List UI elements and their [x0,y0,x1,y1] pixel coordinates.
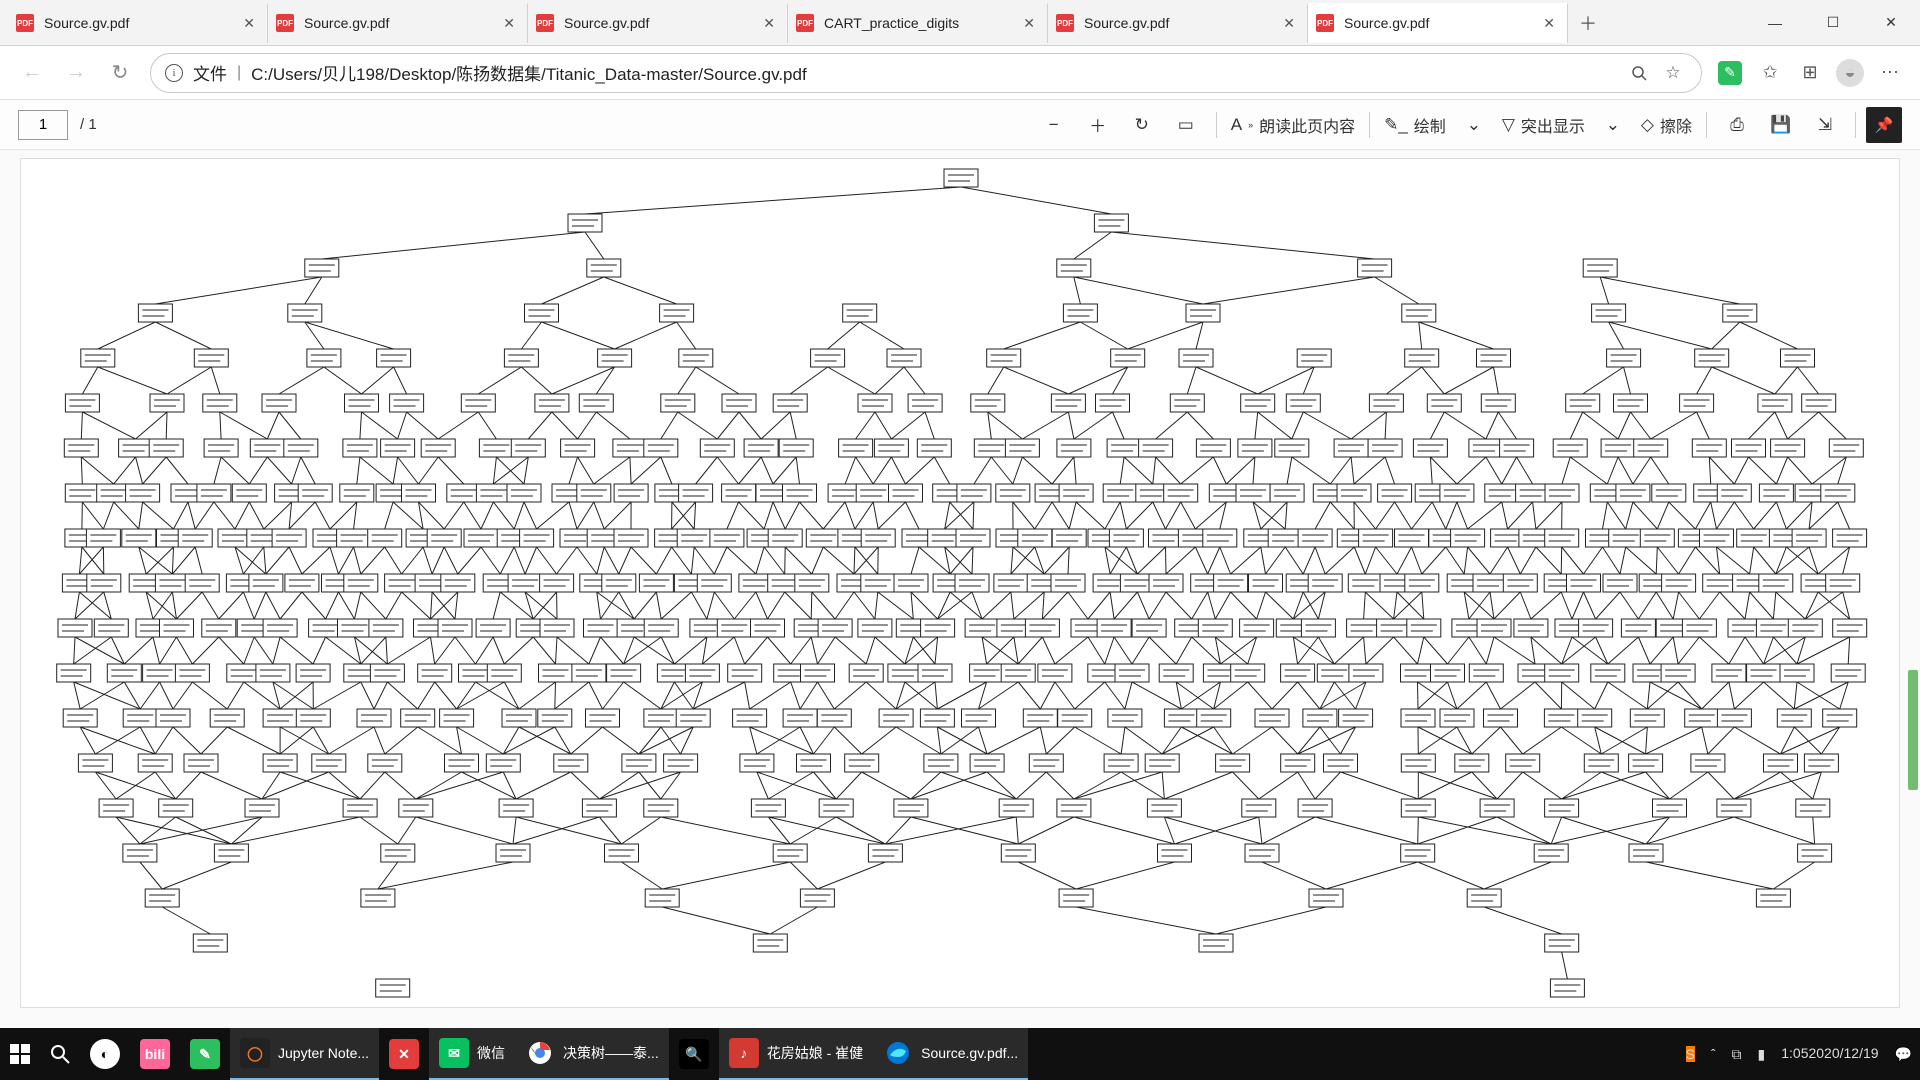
erase-button[interactable]: ◇擦除 [1637,105,1696,145]
tray-battery[interactable]: ▮ [1750,1028,1774,1080]
highlight-button[interactable]: ▽突出显示 [1498,105,1589,145]
minimize-button[interactable]: — [1746,0,1804,46]
highlight-dropdown[interactable]: ⌄ [1593,105,1633,145]
tray-overflow[interactable]: ˆ [1703,1028,1724,1080]
task-view[interactable]: ◐ [80,1028,130,1080]
tab-title: Source.gv.pdf [1344,15,1531,31]
tab-title: Source.gv.pdf [1084,15,1271,31]
print-button[interactable]: ⎙ [1717,105,1757,145]
url-type: 文件 [193,60,227,85]
evernote-extension[interactable]: ✎ [1710,53,1750,93]
taskbar-search[interactable] [40,1028,80,1080]
fit-page-button[interactable]: ▭ [1166,105,1206,145]
forward-button[interactable]: → [54,51,98,95]
tab-title: Source.gv.pdf [44,15,231,31]
taskbar-app-x[interactable]: ✕ [379,1028,429,1080]
close-window-button[interactable]: ✕ [1862,0,1920,46]
rotate-button[interactable]: ↻ [1122,105,1162,145]
pdf-toolbar: 1 / 1 − ＋ ↻ ▭ A»朗读此页内容 ✎_绘制 ⌄ ▽突出显示 ⌄ ◇擦… [0,100,1920,150]
draw-dropdown[interactable]: ⌄ [1454,105,1494,145]
close-tab-button[interactable]: ✕ [1539,13,1559,34]
pdf-viewport[interactable] [0,150,1920,1028]
tab-strip: PDF Source.gv.pdf ✕ PDF Source.gv.pdf ✕ PDF Sou… [0,0,1920,46]
draw-button[interactable]: ✎_绘制 [1380,105,1450,145]
collections-button[interactable]: ⊞ [1790,53,1830,93]
taskbar-app-chrome[interactable]: 决策树——泰... [515,1028,669,1080]
start-button[interactable] [0,1028,40,1080]
tray-clock[interactable]: 1:05 2020/12/19 [1773,1028,1886,1080]
pdf-icon: PDF [276,14,294,32]
maximize-button[interactable]: ☐ [1804,0,1862,46]
save-as-button[interactable]: ⇲ [1805,105,1845,145]
taskbar-app-jupyter[interactable]: ◯Jupyter Note... [230,1028,379,1080]
tab-5[interactable]: PDF Source.gv.pdf ✕ [1308,3,1568,43]
close-tab-button[interactable]: ✕ [499,13,519,34]
close-tab-button[interactable]: ✕ [1279,13,1299,34]
system-tray: S ˆ ⧉ ▮ 1:05 2020/12/19 💬 [1678,1028,1920,1080]
zoom-in-button[interactable]: ＋ [1078,105,1118,145]
back-button[interactable]: ← [10,51,54,95]
scrollbar-thumb[interactable] [1908,670,1918,790]
zoom-out-button[interactable]: − [1034,105,1074,145]
tab-1[interactable]: PDF Source.gv.pdf ✕ [268,3,528,43]
pdf-icon: PDF [1316,14,1334,32]
omnibox[interactable]: i 文件 | C:/Users/贝儿198/Desktop/陈扬数据集/Tita… [150,53,1702,93]
page-total: / 1 [80,116,97,133]
tab-title: Source.gv.pdf [564,15,751,31]
tab-0[interactable]: PDF Source.gv.pdf ✕ [8,3,268,43]
tray-network[interactable]: ⧉ [1724,1028,1750,1080]
close-tab-button[interactable]: ✕ [759,13,779,34]
address-bar: ← → ↻ i 文件 | C:/Users/贝儿198/Desktop/陈扬数据… [0,46,1920,100]
taskbar-app-evernote[interactable]: ✎ [180,1028,230,1080]
tab-title: CART_practice_digits [824,15,1011,31]
new-tab-button[interactable]: ＋ [1568,3,1608,43]
taskbar-app-edge[interactable]: Source.gv.pdf... [873,1028,1028,1080]
window-controls: — ☐ ✕ [1746,0,1920,46]
pin-toolbar-button[interactable]: 📌 [1866,107,1902,143]
tab-3[interactable]: PDF CART_practice_digits ✕ [788,3,1048,43]
more-button[interactable]: ⋯ [1870,53,1910,93]
tray-sogou[interactable]: S [1678,1028,1703,1080]
refresh-button[interactable]: ↻ [98,51,142,95]
page-number-input[interactable]: 1 [18,110,68,140]
profile-button[interactable]: ◒ [1830,53,1870,93]
favorites-button[interactable]: ✩ [1750,53,1790,93]
tab-2[interactable]: PDF Source.gv.pdf ✕ [528,3,788,43]
close-tab-button[interactable]: ✕ [1019,13,1039,34]
taskbar: ◐ bili ✎ ◯Jupyter Note... ✕ ✉微信 决策树——泰..… [0,1028,1920,1080]
pdf-icon: PDF [1056,14,1074,32]
pdf-page [20,158,1900,1008]
pdf-icon: PDF [536,14,554,32]
taskbar-app-search[interactable]: 🔍 [669,1028,719,1080]
favorite-button[interactable]: ☆ [1659,59,1687,87]
taskbar-app-bilibili[interactable]: bili [130,1028,180,1080]
close-tab-button[interactable]: ✕ [239,13,259,34]
omnibox-search-icon[interactable] [1625,59,1653,87]
tray-notifications[interactable]: 💬 [1887,1028,1920,1080]
read-aloud-button[interactable]: A»朗读此页内容 [1227,105,1359,145]
decision-tree-diagram [21,159,1900,1007]
save-button[interactable]: 💾 [1761,105,1801,145]
site-info-icon[interactable]: i [165,64,183,82]
pdf-icon: PDF [16,14,34,32]
url-path: C:/Users/贝儿198/Desktop/陈扬数据集/Titanic_Dat… [251,60,1619,85]
taskbar-app-wechat[interactable]: ✉微信 [429,1028,515,1080]
tab-4[interactable]: PDF Source.gv.pdf ✕ [1048,3,1308,43]
taskbar-app-netease[interactable]: ♪花房姑娘 - 崔健 [719,1028,873,1080]
pdf-icon: PDF [796,14,814,32]
tab-title: Source.gv.pdf [304,15,491,31]
